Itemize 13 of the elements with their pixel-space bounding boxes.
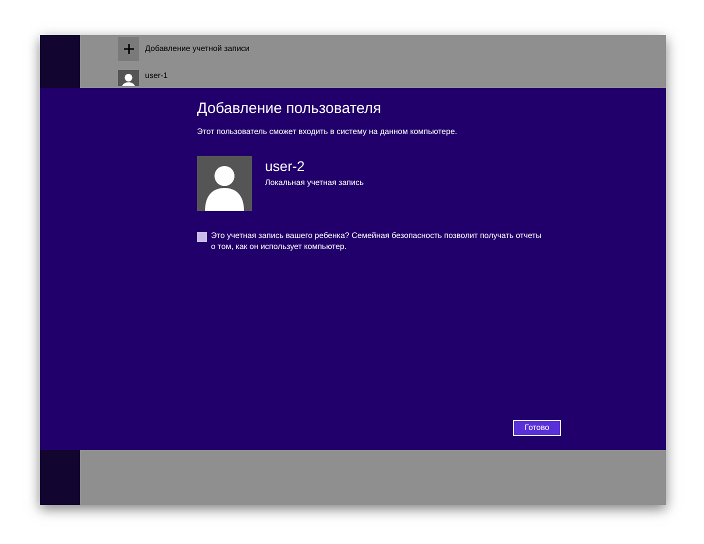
account-type: Локальная учетная запись	[265, 177, 364, 189]
dialog-subtitle: Этот пользователь сможет входить в систему на данном компьютере.	[197, 126, 458, 138]
done-button[interactable]: Готово	[513, 420, 561, 436]
user-avatar-icon	[118, 70, 139, 86]
user-avatar-icon	[197, 156, 252, 211]
plus-icon	[118, 37, 139, 61]
child-account-label: Это учетная запись вашего ребенка? Семейная безопасность позволит получать отчеты о том, как он использует компьютер.	[211, 230, 542, 252]
side-strip	[40, 35, 80, 88]
child-account-checkbox[interactable]	[197, 232, 207, 242]
dialog-title: Добавление пользователя	[197, 99, 382, 119]
side-strip	[40, 450, 80, 505]
user-name: user-2	[265, 158, 306, 174]
account-list-item[interactable]: Добавление учетной записи	[118, 37, 250, 61]
